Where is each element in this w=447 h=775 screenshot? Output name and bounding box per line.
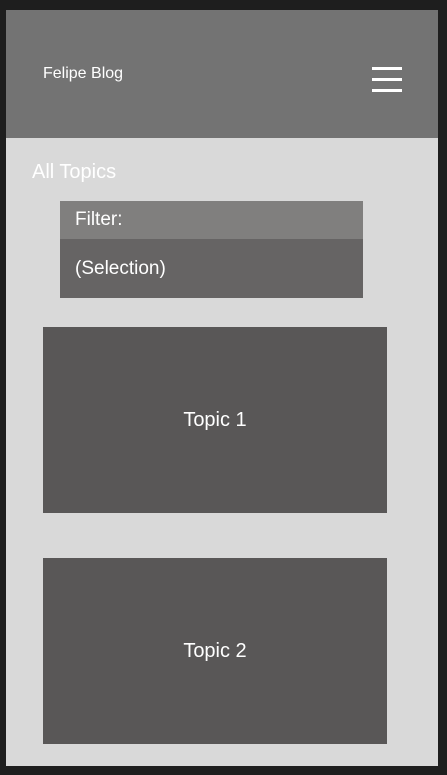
- topic-card-2[interactable]: Topic 2: [43, 558, 387, 744]
- menu-line: [372, 89, 402, 92]
- filter-label: Filter:: [60, 201, 363, 239]
- menu-line: [372, 78, 402, 81]
- filter-dropdown[interactable]: Filter: (Selection): [60, 201, 363, 298]
- hamburger-menu-icon[interactable]: [368, 62, 404, 98]
- filter-selection[interactable]: (Selection): [60, 239, 363, 298]
- topic-card-label: Topic 2: [183, 639, 247, 662]
- section-title: All Topics: [32, 161, 117, 183]
- blog-title[interactable]: Felipe Blog: [43, 64, 123, 84]
- topic-card-label: Topic 1: [183, 408, 247, 431]
- menu-line: [372, 67, 402, 70]
- app-frame: Felipe Blog All Topics Filter: (Selectio…: [6, 10, 438, 766]
- topic-card-1[interactable]: Topic 1: [43, 327, 387, 513]
- header: Felipe Blog: [6, 10, 438, 138]
